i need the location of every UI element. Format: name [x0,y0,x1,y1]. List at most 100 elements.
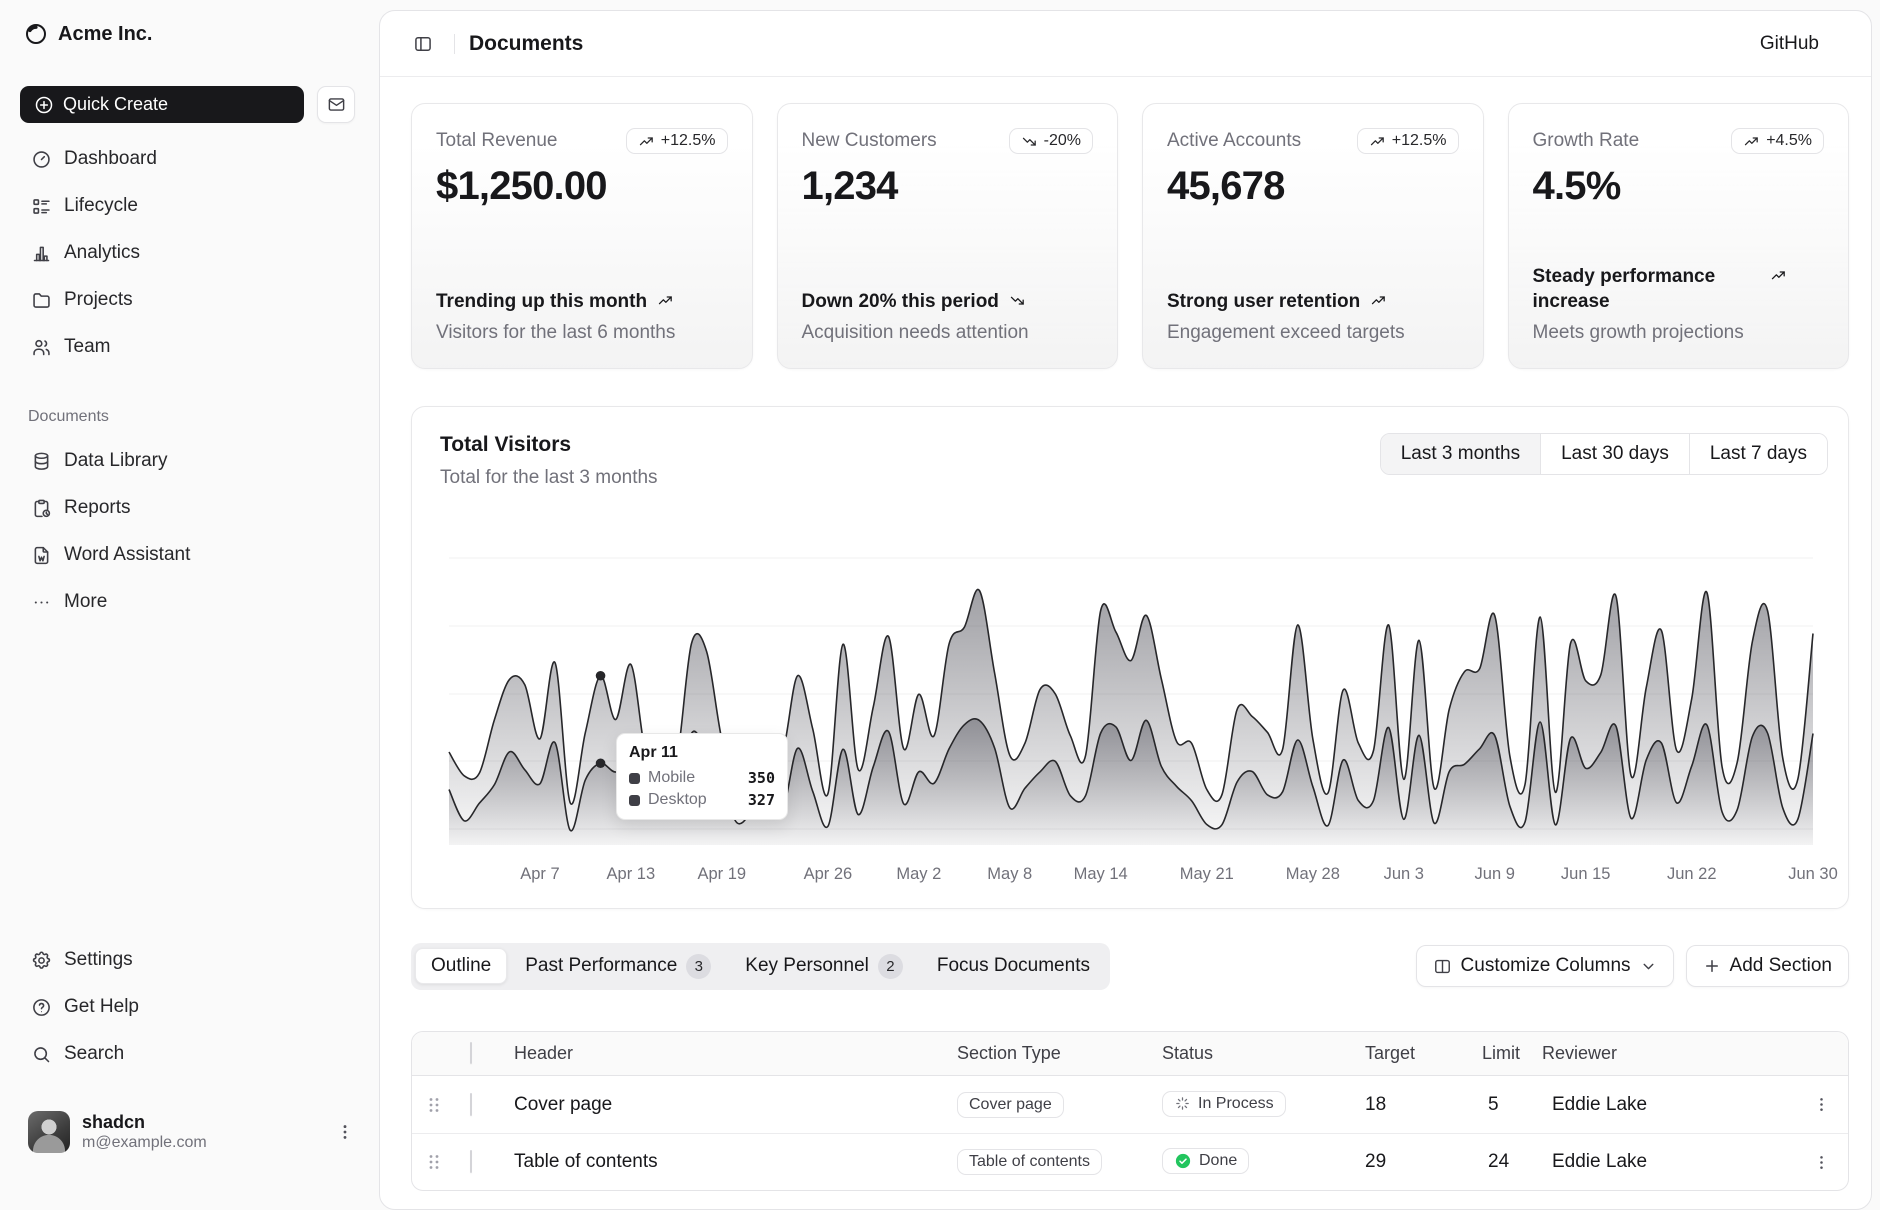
tab-count-badge: 3 [686,954,711,979]
stat-value: 45,678 [1167,164,1459,209]
tooltip-rows: Mobile 350 Desktop 327 [629,769,775,809]
drag-handle[interactable] [412,1096,456,1114]
sidebar-item-settings[interactable]: Settings [20,941,359,979]
page-title: Documents [469,32,583,56]
limit-value[interactable]: 24 [1482,1151,1542,1173]
row-checkbox[interactable] [470,1093,472,1116]
tab-label: Outline [431,955,491,977]
user-menu[interactable]: shadcn m@example.com [20,1104,363,1160]
dots-vertical-icon[interactable] [335,1122,355,1142]
row-header-link[interactable]: Table of contents [514,1151,658,1172]
github-link[interactable]: GitHub [1760,33,1819,55]
sidebar-item-lifecycle[interactable]: Lifecycle [20,187,359,225]
tab-focus-documents[interactable]: Focus Documents [921,948,1106,984]
stat-footer-title: Trending up this month [436,289,728,315]
quick-create-row: Quick Create [20,86,355,123]
stat-card-top: New Customers -20% [802,128,1094,154]
sidebar-item-word-assistant[interactable]: Word Assistant [20,536,359,574]
stat-card-growth-rate: Growth Rate +4.5% 4.5% Steady performanc… [1508,103,1850,369]
report-icon [30,498,52,519]
series-label: Mobile [648,769,740,787]
help-icon [30,997,52,1018]
users-icon [30,337,52,358]
x-axis-tick: Jun 22 [1667,865,1717,883]
trend-up-icon [1369,133,1386,150]
sidebar-item-more[interactable]: More [20,583,359,621]
target-value[interactable]: 18 [1357,1094,1482,1116]
check-circle-icon [1174,1152,1192,1170]
tab-past-performance[interactable]: Past Performance3 [509,947,727,986]
status-badge: Done [1162,1148,1249,1174]
sidebar-item-label: Word Assistant [64,544,190,566]
series-value: 327 [748,791,775,809]
area-chart[interactable]: Apr 7Apr 13Apr 19Apr 26May 2May 8May 14M… [436,507,1826,902]
select-all-checkbox[interactable] [470,1042,472,1064]
stat-label: New Customers [802,128,937,152]
customize-columns-button[interactable]: Customize Columns [1416,945,1674,987]
trend-down-icon [1021,133,1038,150]
sidebar-item-search[interactable]: Search [20,1035,359,1073]
series-swatch [629,795,640,806]
trend-badge: -20% [1009,128,1093,154]
visitors-chart-card: Total Visitors Total for the last 3 mont… [411,406,1849,909]
row-menu-button[interactable] [1792,1153,1849,1172]
sidebar-nav-main: Dashboard Lifecycle Analytics Projects T… [20,140,359,366]
sidebar-nav-footer: Settings Get Help Search [20,941,359,1073]
sidebar-item-dashboard[interactable]: Dashboard [20,140,359,178]
row-header-link[interactable]: Cover page [514,1094,612,1115]
range-option-last-3-months[interactable]: Last 3 months [1381,434,1540,474]
sidebar-item-get-help[interactable]: Get Help [20,988,359,1026]
inbox-button[interactable] [317,86,355,123]
x-axis-tick: Apr 7 [520,865,559,883]
chart-tooltip: Apr 11 Mobile 350 Desktop 327 [616,733,788,820]
sidebar-item-label: More [64,591,107,613]
chevron-down-icon [1640,958,1657,975]
circle-plus-icon [34,95,54,115]
range-option-last-7-days[interactable]: Last 7 days [1689,434,1827,474]
stat-value: $1,250.00 [436,164,728,209]
section-tabs-row: Outline Past Performance3Key Personnel2 Fo… [411,943,1849,989]
lifecycle-icon [30,196,52,217]
trend-down-icon [1009,292,1026,309]
x-axis-tick: Jun 3 [1384,865,1424,883]
reviewer-value[interactable]: Eddie Lake [1542,1151,1792,1173]
tooltip-date: Apr 11 [629,744,775,762]
sections-table: Header Section Type Status Target Limit … [411,1031,1849,1191]
tab-key-personnel[interactable]: Key Personnel2 [729,947,919,986]
tab-label: Focus Documents [937,955,1090,977]
loader-icon [1174,1095,1191,1112]
trend-up-icon [1743,133,1760,150]
add-section-label: Add Section [1730,955,1832,977]
series-label: Desktop [648,791,740,809]
series-value: 350 [748,769,775,787]
stat-label: Growth Rate [1533,128,1640,152]
row-menu-button[interactable] [1792,1095,1849,1114]
limit-value[interactable]: 5 [1482,1094,1542,1116]
stat-footer: Strong user retention Engagement exceed … [1167,289,1459,344]
brand[interactable]: Acme Inc. [24,22,152,46]
table-actions: Customize Columns Add Section [1416,945,1849,987]
sidebar-item-data-library[interactable]: Data Library [20,442,359,480]
add-section-button[interactable]: Add Section [1686,945,1849,987]
quick-create-button[interactable]: Quick Create [20,86,304,123]
user-meta: shadcn m@example.com [82,1112,323,1152]
range-option-last-30-days[interactable]: Last 30 days [1540,434,1689,474]
customize-columns-label: Customize Columns [1461,955,1631,977]
sidebar-item-analytics[interactable]: Analytics [20,234,359,272]
stat-card-top: Active Accounts +12.5% [1167,128,1459,154]
stat-card-active-accounts: Active Accounts +12.5% 45,678 Strong use… [1142,103,1484,369]
chart-subtitle: Total for the last 3 months [440,467,658,489]
stat-footer-title: Steady performance increase [1533,264,1825,315]
sidebar-toggle-button[interactable] [406,27,440,61]
sidebar-item-team[interactable]: Team [20,328,359,366]
file-word-icon [30,545,52,566]
sidebar-item-projects[interactable]: Projects [20,281,359,319]
mail-icon [327,95,346,114]
drag-handle[interactable] [412,1153,456,1171]
chart-title: Total Visitors [440,433,571,457]
sidebar-item-reports[interactable]: Reports [20,489,359,527]
row-checkbox[interactable] [470,1150,472,1173]
target-value[interactable]: 29 [1357,1151,1482,1173]
tab-outline[interactable]: Outline [415,948,507,984]
reviewer-value[interactable]: Eddie Lake [1542,1094,1792,1116]
